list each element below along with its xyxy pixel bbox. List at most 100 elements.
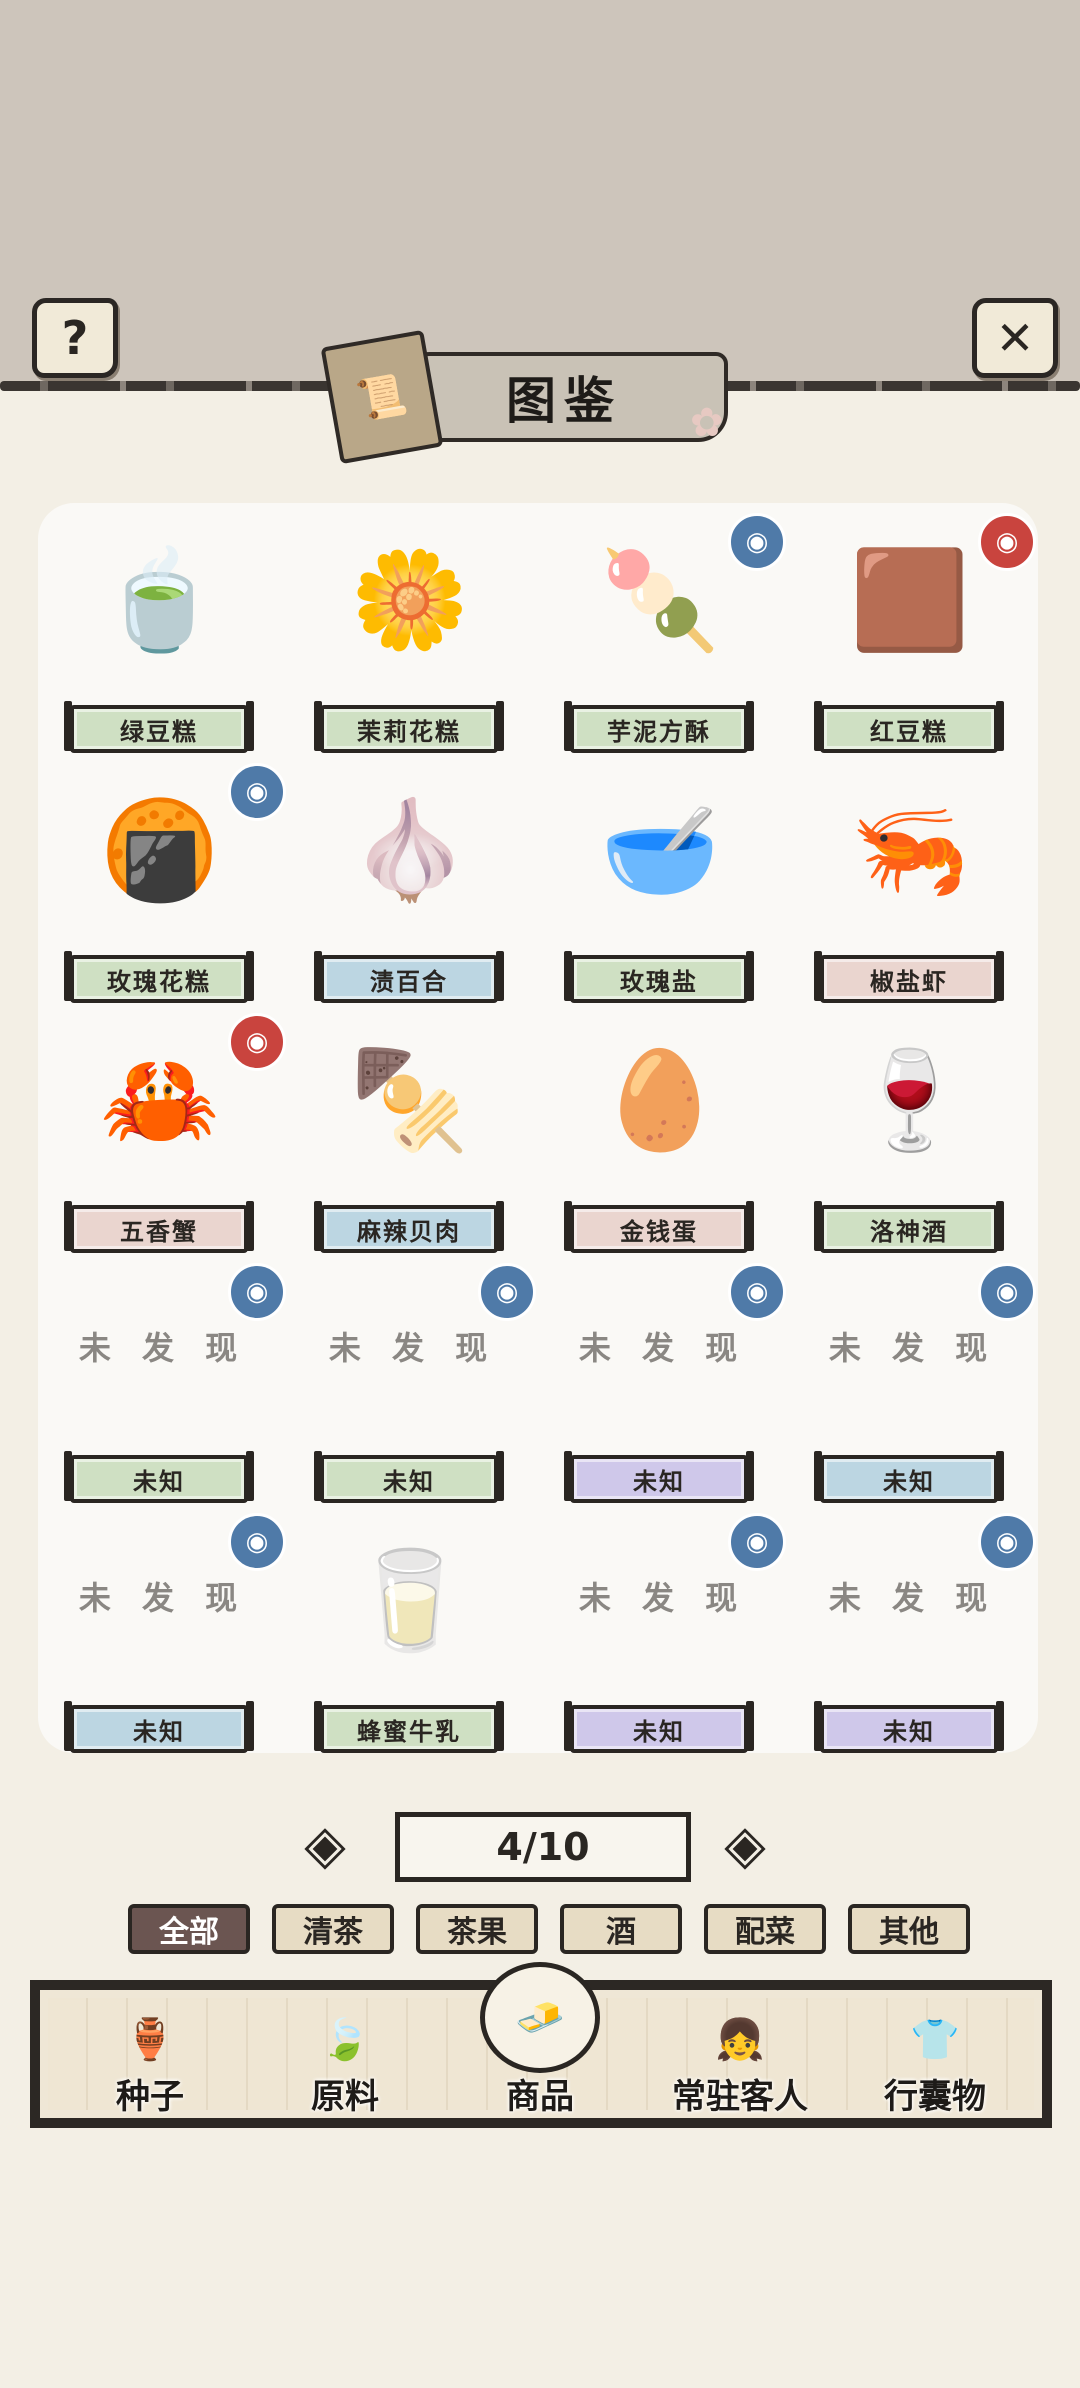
collection-item[interactable]: 🧄 渍百合 [300, 775, 526, 1005]
item-name-tag: 玫瑰花糕 [64, 951, 254, 1003]
collection-item[interactable]: 🍷 洛神酒 [800, 1025, 1026, 1255]
collection-item[interactable]: 🥣 玫瑰盐 [550, 775, 776, 1005]
close-icon: ✕ [995, 311, 1035, 365]
blue-stamp-icon: ◉ [728, 1263, 786, 1321]
blue-stamp-icon: ◉ [228, 1513, 286, 1571]
next-page-button[interactable]: ◈ [700, 1812, 790, 1876]
nav-icon: 👕 [910, 2017, 960, 2063]
item-name-tag: 洛神酒 [814, 1201, 1004, 1253]
title-scroll: 图鉴 [400, 352, 728, 442]
filter-tab[interactable]: 清茶 [272, 1904, 394, 1954]
nav-item[interactable]: 👧 常驻客人 [650, 1990, 830, 2118]
dish-icon: 🍵 [100, 543, 220, 656]
filter-tab[interactable]: 配菜 [704, 1904, 826, 1954]
item-name-tag: 未知 [814, 1451, 1004, 1503]
dish-icon: 🧄 [350, 793, 470, 906]
item-name-tag: 芋泥方酥 [564, 701, 754, 753]
red-stamp-icon: ◉ [228, 1013, 286, 1071]
collection-item[interactable]: 🍢 麻辣贝肉 [300, 1025, 526, 1255]
collection-item[interactable]: 未 发 现 ◉ 未知 [800, 1513, 1036, 1755]
item-name-tag: 未知 [564, 1451, 754, 1503]
collection-item[interactable]: 🟫 ◉ 红豆糕 [800, 513, 1036, 755]
undiscovered-text: 未 发 现 [78, 1329, 248, 1367]
blue-stamp-icon: ◉ [728, 1513, 786, 1571]
blue-stamp-icon: ◉ [228, 763, 286, 821]
filter-tab[interactable]: 全部 [128, 1904, 250, 1954]
item-name-tag: 五香蟹 [64, 1201, 254, 1253]
page-indicator-text: 4/10 [496, 1825, 590, 1869]
undiscovered-text: 未 发 现 [828, 1579, 998, 1617]
bottom-nav: 🏺 种子 🍃 原料 🧈 商品 👧 常驻客人 👕 行囊物 [30, 1962, 1052, 2128]
help-icon: ? [61, 311, 89, 365]
item-name-tag: 未知 [564, 1701, 754, 1753]
blue-stamp-icon: ◉ [728, 513, 786, 571]
item-name-tag: 未知 [314, 1451, 504, 1503]
pager: ◈ 4/10 ◈ [280, 1808, 800, 1882]
undiscovered-text: 未 发 现 [78, 1579, 248, 1617]
collection-item[interactable]: 🌼 茉莉花糕 [300, 525, 526, 755]
item-name-tag: 椒盐虾 [814, 951, 1004, 1003]
close-button[interactable]: ✕ [972, 298, 1058, 378]
nav-icon: 🏺 [125, 2017, 175, 2063]
dish-icon: 🥛 [350, 1543, 470, 1656]
item-name-tag: 金钱蛋 [564, 1201, 754, 1253]
collection-item[interactable]: 🦀 ◉ 五香蟹 [50, 1013, 286, 1255]
blue-stamp-icon: ◉ [978, 1513, 1036, 1571]
filter-tab[interactable]: 酒 [560, 1904, 682, 1954]
dish-icon: 🍢 [350, 1043, 470, 1156]
collection-item[interactable]: 未 发 现 ◉ 未知 [300, 1263, 536, 1505]
prev-page-button[interactable]: ◈ [280, 1812, 370, 1876]
collection-item[interactable]: 未 发 现 ◉ 未知 [50, 1263, 286, 1505]
collection-item[interactable]: 🥚 金钱蛋 [550, 1025, 776, 1255]
item-name-tag: 未知 [64, 1701, 254, 1753]
nav-item[interactable]: 🏺 种子 [60, 1990, 240, 2118]
item-name-tag: 未知 [814, 1701, 1004, 1753]
nav-icon: 🧈 [480, 1962, 600, 2073]
nav-label: 原料 [311, 2077, 379, 2117]
nav-icon: 👧 [715, 2017, 765, 2063]
nav-label: 行囊物 [884, 2077, 986, 2117]
dish-icon: 🌼 [350, 543, 470, 656]
blue-stamp-icon: ◉ [478, 1263, 536, 1321]
category-filters: 全部 清茶 茶果酒配菜 其他 [128, 1904, 970, 1954]
page-title: 图鉴 [506, 372, 622, 430]
page-indicator: 4/10 [395, 1812, 691, 1882]
top-band [0, 0, 1080, 391]
collection-item[interactable]: 未 发 现 ◉ 未知 [550, 1263, 786, 1505]
collection-item[interactable]: 🍘 ◉ 玫瑰花糕 [50, 763, 286, 1005]
item-name-tag: 蜂蜜牛乳 [314, 1701, 504, 1753]
nav-label: 商品 [506, 2077, 574, 2117]
nav-item[interactable]: 👕 行囊物 [845, 1990, 1025, 2118]
flower-icon: ✿ [690, 400, 724, 446]
undiscovered-text: 未 发 现 [328, 1329, 498, 1367]
dish-icon: 🦐 [850, 793, 970, 906]
dish-icon: 🥣 [600, 793, 720, 906]
book-icon: 📜 [320, 329, 444, 465]
collection-item[interactable]: 未 发 现 ◉ 未知 [50, 1513, 286, 1755]
item-name-tag: 红豆糕 [814, 701, 1004, 753]
item-name-tag: 茉莉花糕 [314, 701, 504, 753]
collection-item[interactable]: 未 发 现 ◉ 未知 [550, 1513, 786, 1755]
undiscovered-text: 未 发 现 [828, 1329, 998, 1367]
item-name-tag: 绿豆糕 [64, 701, 254, 753]
collection-item[interactable]: 🍡 ◉ 芋泥方酥 [550, 513, 786, 755]
dish-icon: 🥚 [600, 1043, 720, 1156]
title-banner: 图鉴 📜 ✿ [320, 329, 730, 465]
nav-item[interactable]: 🍃 原料 [255, 1990, 435, 2118]
help-button[interactable]: ? [32, 298, 118, 378]
collection-panel: 🍵 绿豆糕 🌼 茉莉花糕 🍡 ◉ 芋泥方酥 🟫 ◉ 红豆糕 🍘 ◉ 玫瑰花糕 🧄 渍百合 🥣 玫瑰盐 🦐 椒盐虾 🦀 ◉… [38, 503, 1038, 1753]
undiscovered-text: 未 发 现 [578, 1329, 748, 1367]
undiscovered-text: 未 发 现 [578, 1579, 748, 1617]
collection-item[interactable]: 🥛 蜂蜜牛乳 [300, 1525, 526, 1755]
collection-item[interactable]: 未 发 现 ◉ 未知 [800, 1263, 1036, 1505]
item-name-tag: 未知 [64, 1451, 254, 1503]
nav-item[interactable]: 🧈 商品 [450, 1962, 630, 2118]
collection-item[interactable]: 🦐 椒盐虾 [800, 775, 1026, 1005]
filter-tab[interactable]: 茶果 [416, 1904, 538, 1954]
filter-tab[interactable]: 其他 [848, 1904, 970, 1954]
nav-label: 常驻客人 [672, 2077, 808, 2117]
collection-item[interactable]: 🍵 绿豆糕 [50, 525, 276, 755]
item-name-tag: 玫瑰盐 [564, 951, 754, 1003]
red-stamp-icon: ◉ [978, 513, 1036, 571]
nav-icon: 🍃 [320, 2017, 370, 2063]
